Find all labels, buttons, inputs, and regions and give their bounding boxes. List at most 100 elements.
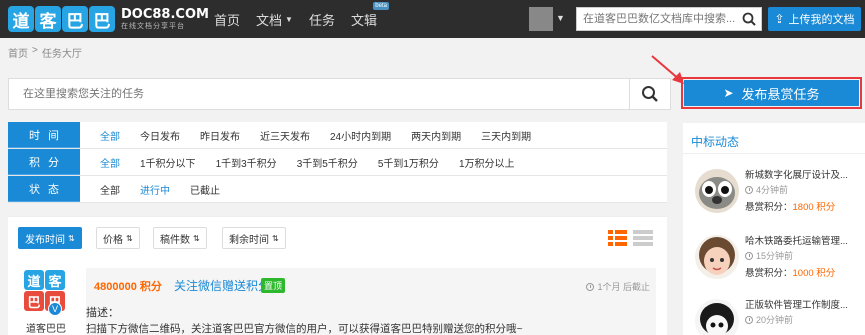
winner-time-text: 20分钟前 xyxy=(756,315,794,325)
upload-icon: ⇪ xyxy=(774,12,785,26)
site-search xyxy=(576,7,762,31)
user-avatar[interactable] xyxy=(529,7,553,31)
filter-option[interactable]: 3千到5千积分 xyxy=(297,155,358,170)
logo-char: 巴 xyxy=(62,6,88,32)
publish-task-label: 发布悬赏任务 xyxy=(741,86,820,102)
winners-title: 中标动态 xyxy=(691,135,740,149)
nav-home-label: 首页 xyxy=(214,12,241,28)
task-points: 4800000 积分 xyxy=(94,281,162,293)
site-logo[interactable]: 道 客 巴 巴 DOC88.COM 在线文档分享平台 xyxy=(8,4,209,34)
arrow-annotation-icon xyxy=(651,55,684,84)
winner-item[interactable]: 正版软件管理工作制度... 20分钟前 xyxy=(691,295,861,335)
filter-row-status: 状态 全部 进行中 已截止 xyxy=(8,176,667,203)
filter-option[interactable]: 进行中 xyxy=(140,182,170,197)
filter-option[interactable]: 1万积分以上 xyxy=(459,155,515,170)
logo-char: 道 xyxy=(8,6,34,32)
breadcrumb-home[interactable]: 首页 xyxy=(8,45,28,60)
winner-time-text: 4分钟前 xyxy=(756,185,789,195)
sort-icon: ⇅ xyxy=(68,233,75,243)
breadcrumb-separator: > xyxy=(32,45,38,56)
publisher-name[interactable]: 道客巴巴 xyxy=(26,320,66,335)
nav-tasks-label: 任务 xyxy=(308,12,335,28)
filter-option[interactable]: 近三天发布 xyxy=(260,128,310,143)
winner-avatar xyxy=(695,235,739,279)
breadcrumb-current: 任务大厅 xyxy=(41,49,82,60)
winner-task-name: 哈木铁路委托运输管理... xyxy=(745,236,848,247)
task-card: 道 客 巴 巴 V 道客巴巴 4800000 积分 关注微信赠送积分 置顶 1个… xyxy=(8,258,667,335)
filter-option[interactable]: 昨日发布 xyxy=(200,128,240,143)
filter-option[interactable]: 全部 xyxy=(100,128,120,143)
verified-icon: V xyxy=(48,302,62,316)
logo-text: DOC88.COM 在线文档分享平台 xyxy=(121,8,209,30)
task-deadline-text: 1个月 后截止 xyxy=(597,282,650,292)
filter-option[interactable]: 24小时内到期 xyxy=(330,128,391,143)
task-desc-label: 描述： xyxy=(86,307,119,319)
sort-bar: 发布时间 ⇅ 价格 ⇅ 稿件数 ⇅ 剩余时间 ⇅ xyxy=(8,216,667,258)
filter-option[interactable]: 5千到1万积分 xyxy=(378,155,439,170)
sort-remaining-time-button[interactable]: 剩余时间 ⇅ xyxy=(222,227,286,249)
top-navbar: 道 客 巴 巴 DOC88.COM 在线文档分享平台 首页 文档 ▼ 任务 文辑 b… xyxy=(0,0,865,38)
clock-icon xyxy=(745,185,753,194)
winner-time: 15分钟前 xyxy=(745,249,793,262)
winner-time: 20分钟前 xyxy=(745,313,793,326)
clock-icon xyxy=(586,282,595,291)
logo-mark: 道 客 巴 巴 xyxy=(8,6,115,32)
sort-price-button[interactable]: 价格 ⇅ xyxy=(96,227,140,249)
task-search-input[interactable] xyxy=(8,78,629,110)
winner-time: 4分钟前 xyxy=(745,183,788,196)
winners-panel: 中标动态 新城数字化展厅设计及... 4分钟前 悬赏积分：1800 积分 哈木铁… xyxy=(683,123,865,335)
site-search-input[interactable] xyxy=(577,8,737,30)
publish-task-button[interactable]: ➤ 发布悬赏任务 xyxy=(684,80,859,106)
filter-label-points: 积分 xyxy=(8,149,80,175)
winner-reward: 悬赏积分：1000 积分 xyxy=(745,265,835,279)
filter-row-time: 时间 全部 今日发布 昨日发布 近三天发布 24小时内到期 两天内到期 三天内到… xyxy=(8,122,667,149)
winner-task-name: 正版软件管理工作制度... xyxy=(745,300,848,311)
search-icon[interactable] xyxy=(737,8,761,30)
filter-option[interactable]: 1千到3千积分 xyxy=(216,155,277,170)
nav-collections[interactable]: 文辑 beta xyxy=(351,1,389,29)
filter-option[interactable]: 今日发布 xyxy=(140,128,180,143)
caret-down-icon[interactable]: ▼ xyxy=(556,13,565,23)
sort-icon: ⇅ xyxy=(193,233,200,243)
winner-item[interactable]: 新城数字化展厅设计及... 4分钟前 悬赏积分：1800 积分 xyxy=(691,165,861,221)
filter-option[interactable]: 1千积分以下 xyxy=(140,155,196,170)
filter-option[interactable]: 全部 xyxy=(100,182,120,197)
filter-option[interactable]: 已截止 xyxy=(190,182,220,197)
paper-plane-icon: ➤ xyxy=(723,86,734,100)
filter-option[interactable]: 三天内到期 xyxy=(481,128,531,143)
winner-avatar xyxy=(695,169,739,213)
clock-icon xyxy=(745,315,753,324)
grid-view-icon[interactable] xyxy=(608,229,628,247)
filter-label-time: 时间 xyxy=(8,122,80,148)
task-search xyxy=(8,78,671,110)
list-view-icon[interactable] xyxy=(633,229,653,247)
breadcrumb: 首页 > 任务大厅 xyxy=(8,45,82,60)
reward-label: 悬赏积分： xyxy=(745,202,793,213)
sort-icon: ⇅ xyxy=(126,233,133,243)
logo-slogan: 在线文档分享平台 xyxy=(121,23,185,30)
divider xyxy=(683,153,865,154)
logo-char: 道 xyxy=(24,270,44,290)
sort-label: 发布时间 xyxy=(25,234,65,246)
sort-submissions-button[interactable]: 稿件数 ⇅ xyxy=(153,227,207,249)
task-title[interactable]: 关注微信赠送积分 xyxy=(174,277,270,294)
reward-label: 悬赏积分： xyxy=(745,268,793,279)
winner-reward: 悬赏积分：1800 积分 xyxy=(745,199,835,213)
upload-button[interactable]: ⇪ 上传我的文档 xyxy=(768,7,861,31)
winner-item[interactable]: 哈木铁路委托运输管理... 15分钟前 悬赏积分：1000 积分 xyxy=(691,231,861,287)
filter-option[interactable]: 全部 xyxy=(100,155,120,170)
clock-icon xyxy=(745,251,753,260)
nav-docs[interactable]: 文档 ▼ xyxy=(256,10,293,29)
caret-down-icon: ▼ xyxy=(285,14,293,24)
filter-label-status: 状态 xyxy=(8,176,80,202)
nav-home[interactable]: 首页 xyxy=(214,10,240,29)
winner-avatar xyxy=(695,299,739,335)
reward-amount: 1800 积分 xyxy=(792,202,836,213)
nav-tasks[interactable]: 任务 xyxy=(309,10,335,29)
winner-time-text: 15分钟前 xyxy=(756,251,794,261)
sort-publish-time-button[interactable]: 发布时间 ⇅ xyxy=(18,227,82,249)
task-filters: 时间 全部 今日发布 昨日发布 近三天发布 24小时内到期 两天内到期 三天内到… xyxy=(8,122,667,203)
filter-row-points: 积分 全部 1千积分以下 1千到3千积分 3千到5千积分 5千到1万积分 1万积… xyxy=(8,149,667,176)
reward-amount: 1000 积分 xyxy=(792,268,836,279)
filter-option[interactable]: 两天内到期 xyxy=(411,128,461,143)
